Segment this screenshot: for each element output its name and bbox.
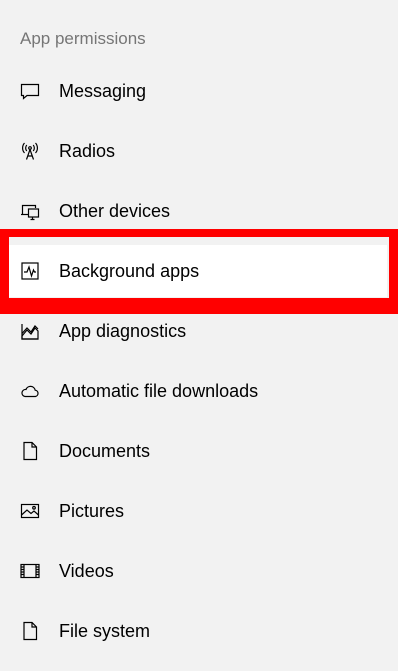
nav-item-videos[interactable]: Videos xyxy=(0,541,398,601)
area-chart-icon xyxy=(19,320,41,342)
nav-item-other-devices[interactable]: Other devices xyxy=(0,181,398,241)
devices-icon xyxy=(19,200,41,222)
section-header-app-permissions: App permissions xyxy=(20,29,146,48)
nav-item-label: Other devices xyxy=(59,201,171,221)
nav-item-label: Pictures xyxy=(59,501,125,521)
nav-item-pictures[interactable]: Pictures xyxy=(0,481,398,541)
nav-item-label: File system xyxy=(59,621,151,641)
cloud-icon xyxy=(19,380,41,402)
nav-item-label: Documents xyxy=(59,441,151,461)
document-icon xyxy=(19,440,41,462)
nav-item-radios[interactable]: Radios xyxy=(0,121,398,181)
nav-item-label: Background apps xyxy=(59,261,200,281)
nav-item-label: Messaging xyxy=(59,81,147,101)
permissions-nav-list: Messaging Radios Other devices Backgroun… xyxy=(0,61,398,661)
activity-chart-icon xyxy=(19,260,41,282)
nav-item-documents[interactable]: Documents xyxy=(0,421,398,481)
nav-item-automatic-file-downloads[interactable]: Automatic file downloads xyxy=(0,361,398,421)
nav-item-background-apps[interactable]: Background apps xyxy=(0,241,398,301)
nav-item-file-system[interactable]: File system xyxy=(0,601,398,661)
nav-item-label: Radios xyxy=(59,141,116,161)
nav-item-messaging[interactable]: Messaging xyxy=(0,61,398,121)
document-icon xyxy=(19,620,41,642)
chat-bubble-icon xyxy=(19,80,41,102)
antenna-icon xyxy=(19,140,41,162)
nav-item-label: App diagnostics xyxy=(59,321,187,341)
nav-item-label: Videos xyxy=(59,561,114,581)
nav-item-app-diagnostics[interactable]: App diagnostics xyxy=(0,301,398,361)
picture-icon xyxy=(19,500,41,522)
nav-item-label: Automatic file downloads xyxy=(59,381,259,401)
film-icon xyxy=(19,560,41,582)
